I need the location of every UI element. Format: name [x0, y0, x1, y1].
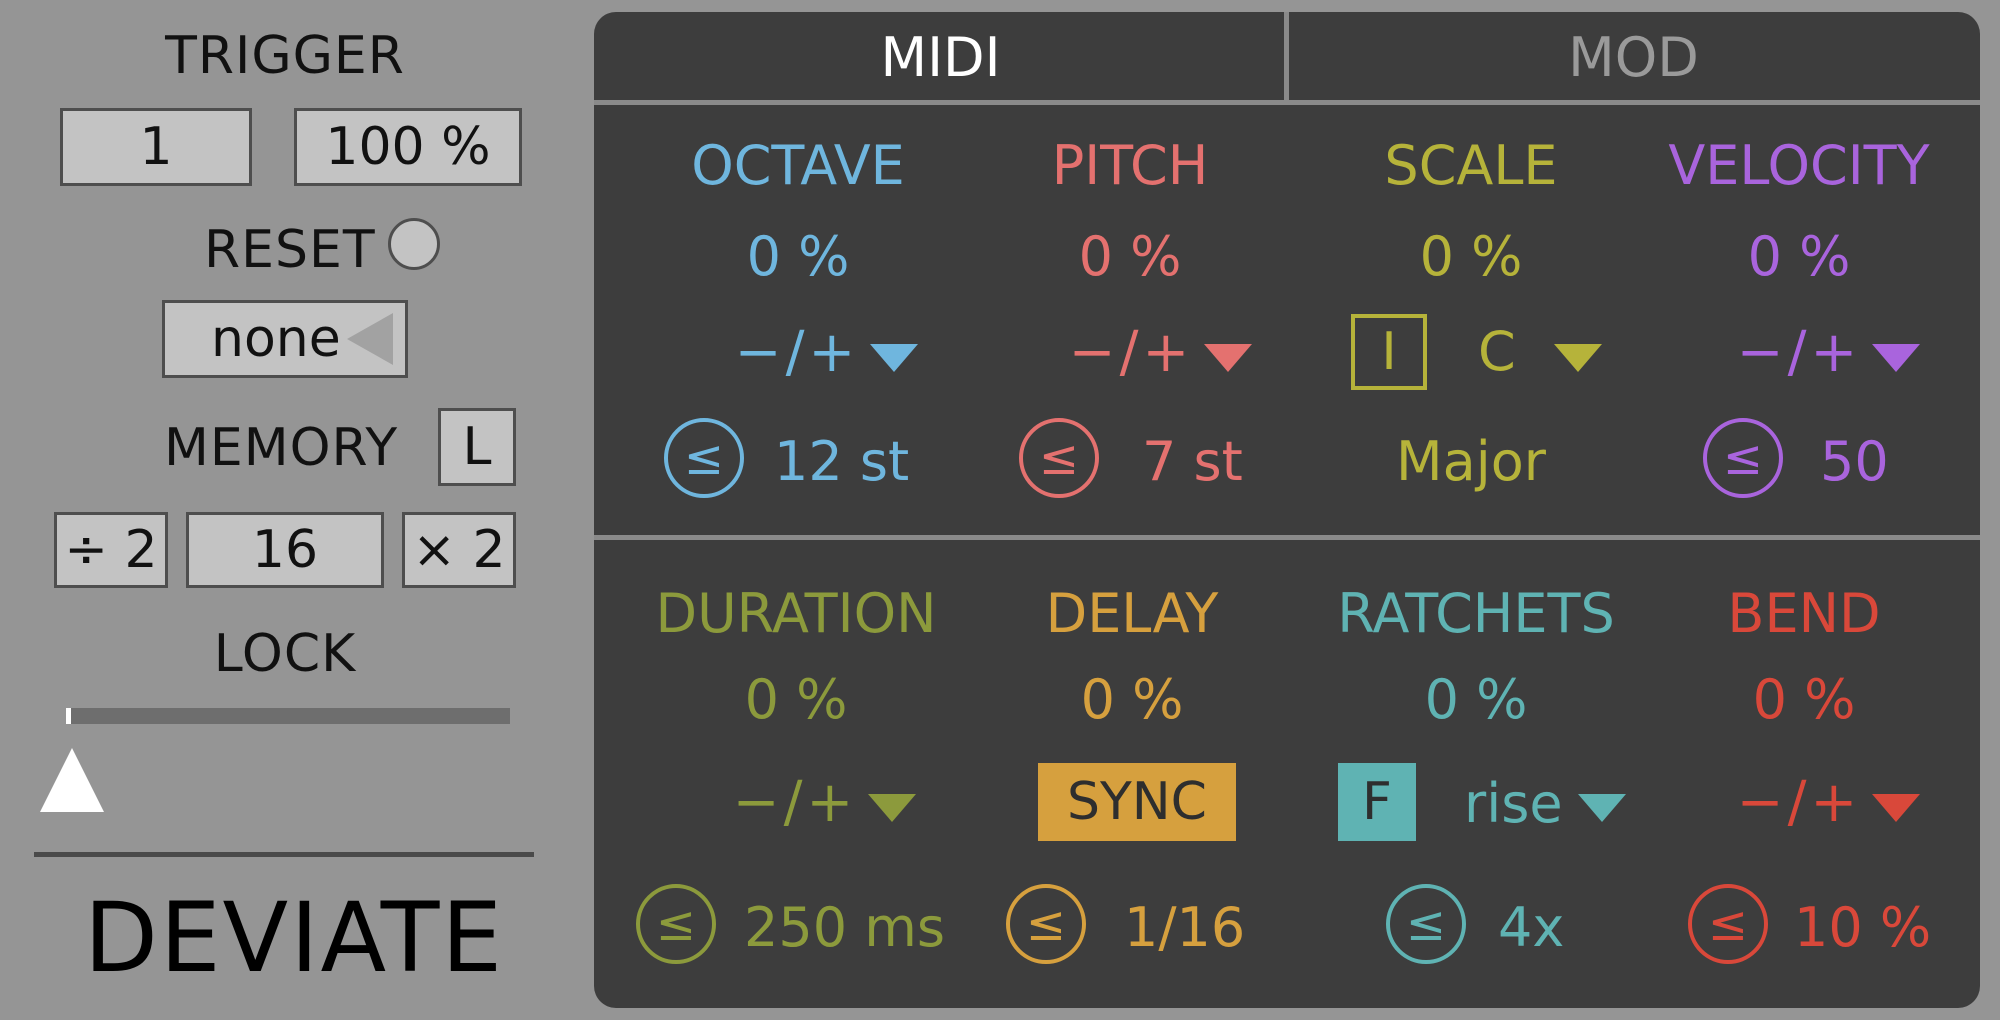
duration-range[interactable]: 250 ms	[744, 896, 945, 959]
ratchets-range-icon[interactable]: ≤	[1386, 884, 1466, 964]
device-title: DEVIATE	[83, 882, 505, 994]
trigger-label: TRIGGER	[165, 26, 405, 86]
ratchets-range[interactable]: 4x	[1498, 896, 1564, 959]
octave-range[interactable]: 12 st	[774, 430, 909, 493]
delay-range[interactable]: 1/16	[1124, 896, 1245, 959]
reset-mode-value: none	[211, 309, 341, 369]
scale-label: SCALE	[1384, 134, 1558, 197]
ratchets-value[interactable]: 0 %	[1311, 668, 1641, 731]
pitch-mode-dropdown-icon[interactable]	[1204, 344, 1252, 372]
ratchets-shape-dropdown-icon[interactable]	[1578, 794, 1626, 822]
delay-value[interactable]: 0 %	[967, 668, 1297, 731]
duration-mode-dropdown-icon[interactable]	[868, 794, 916, 822]
memory-multiply-button[interactable]: × 2	[402, 512, 516, 588]
duration-range-icon[interactable]: ≤	[636, 884, 716, 964]
section-divider	[594, 535, 1980, 540]
octave-label: OCTAVE	[691, 134, 905, 197]
bend-range[interactable]: 10 %	[1794, 896, 1931, 959]
bend-label: BEND	[1727, 582, 1881, 645]
lock-slider-marker	[66, 708, 71, 724]
pitch-label: PITCH	[1051, 134, 1209, 197]
memory-length-box[interactable]: 16	[186, 512, 384, 588]
trigger-probability-box[interactable]: 100 %	[294, 108, 522, 186]
tab-underline	[594, 100, 1980, 105]
duration-value[interactable]: 0 %	[631, 668, 961, 731]
velocity-mode[interactable]: −/+	[1714, 320, 1884, 385]
memory-l-button[interactable]: L	[438, 408, 516, 486]
lock-slider-thumb[interactable]	[40, 748, 104, 812]
lock-label: LOCK	[213, 624, 357, 684]
lock-slider-track[interactable]	[66, 708, 510, 724]
trigger-value-box[interactable]: 1	[60, 108, 252, 186]
tab-midi[interactable]: MIDI	[594, 12, 1287, 102]
left-divider	[34, 852, 534, 857]
memory-label: MEMORY	[164, 418, 399, 478]
duration-mode[interactable]: −/+	[710, 770, 880, 835]
reset-mode-select[interactable]: none	[162, 300, 408, 378]
scale-toggle-button[interactable]: I	[1351, 314, 1427, 390]
scale-name[interactable]: Major	[1306, 430, 1636, 493]
velocity-label: VELOCITY	[1668, 134, 1930, 197]
scale-key-dropdown-icon[interactable]	[1554, 344, 1602, 372]
bend-mode[interactable]: −/+	[1714, 770, 1884, 835]
octave-mode[interactable]: −/+	[712, 320, 882, 385]
bend-mode-dropdown-icon[interactable]	[1872, 794, 1920, 822]
ratchets-shape[interactable]: rise	[1464, 772, 1563, 835]
tab-separator	[1284, 12, 1289, 102]
delay-range-icon[interactable]: ≤	[1006, 884, 1086, 964]
duration-label: DURATION	[655, 582, 937, 645]
octave-value[interactable]: 0 %	[633, 225, 963, 288]
pitch-range[interactable]: 7 st	[1142, 430, 1243, 493]
tab-mod[interactable]: MOD	[1287, 12, 1980, 102]
pitch-mode[interactable]: −/+	[1046, 320, 1216, 385]
reset-label: RESET	[204, 220, 376, 280]
bend-value[interactable]: 0 %	[1639, 668, 1969, 731]
velocity-range[interactable]: 50	[1820, 430, 1889, 493]
velocity-mode-dropdown-icon[interactable]	[1872, 344, 1920, 372]
delay-sync-button[interactable]: SYNC	[1038, 763, 1236, 841]
velocity-value[interactable]: 0 %	[1634, 225, 1964, 288]
delay-label: DELAY	[1045, 582, 1219, 645]
memory-divide-button[interactable]: ÷ 2	[54, 512, 168, 588]
scale-key[interactable]: C	[1478, 320, 1516, 383]
reset-button[interactable]	[388, 218, 440, 270]
bend-range-icon[interactable]: ≤	[1688, 884, 1768, 964]
octave-mode-dropdown-icon[interactable]	[870, 344, 918, 372]
reset-mode-arrow-icon	[347, 313, 393, 365]
ratchets-label: RATCHETS	[1337, 582, 1615, 645]
ratchets-toggle-button[interactable]: F	[1338, 763, 1416, 841]
main-panel: MIDI MOD OCTAVE 0 % −/+ ≤ 12 st PITCH 0 …	[594, 12, 1980, 1008]
octave-range-icon[interactable]: ≤	[664, 418, 744, 498]
pitch-range-icon[interactable]: ≤	[1019, 418, 1099, 498]
scale-value[interactable]: 0 %	[1306, 225, 1636, 288]
velocity-range-icon[interactable]: ≤	[1703, 418, 1783, 498]
pitch-value[interactable]: 0 %	[965, 225, 1295, 288]
